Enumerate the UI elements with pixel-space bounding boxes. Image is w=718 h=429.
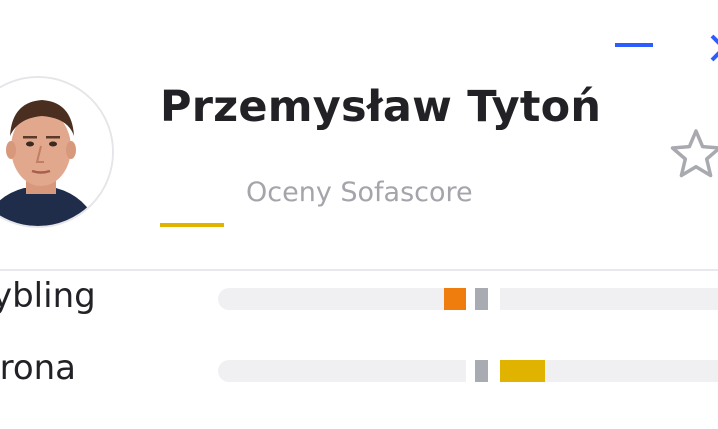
- player-avatar: [0, 76, 114, 228]
- star-outline-icon: [670, 129, 718, 178]
- player-rating-panel: Przemysław Tytoń Oceny Sofascore rybling…: [0, 0, 718, 429]
- section-divider: [0, 269, 718, 271]
- stat-bar-track: [218, 286, 718, 312]
- bar-separator: [488, 358, 500, 384]
- tab-sofascore-ratings[interactable]: Oceny Sofascore: [246, 177, 473, 208]
- stat-bar-fill: [498, 360, 545, 382]
- player-photo: [0, 78, 112, 226]
- bar-separator: [488, 286, 500, 312]
- stat-label: rybling: [0, 276, 96, 316]
- player-name: Przemysław Tytoń: [160, 82, 602, 132]
- stat-row: brona: [0, 348, 718, 398]
- stat-row: rybling: [0, 276, 718, 326]
- minimize-button[interactable]: [612, 30, 656, 60]
- stat-bar-fill: [444, 288, 466, 310]
- close-button[interactable]: [706, 26, 718, 66]
- favorite-button[interactable]: [668, 126, 718, 182]
- close-icon: [710, 34, 718, 62]
- minus-icon: [615, 43, 653, 47]
- stat-bar-center-marker: [475, 288, 488, 310]
- active-tab-indicator: [160, 223, 224, 227]
- stat-bar-track: [218, 358, 718, 384]
- stat-bar-center-marker: [475, 360, 488, 382]
- stat-label: brona: [0, 348, 76, 388]
